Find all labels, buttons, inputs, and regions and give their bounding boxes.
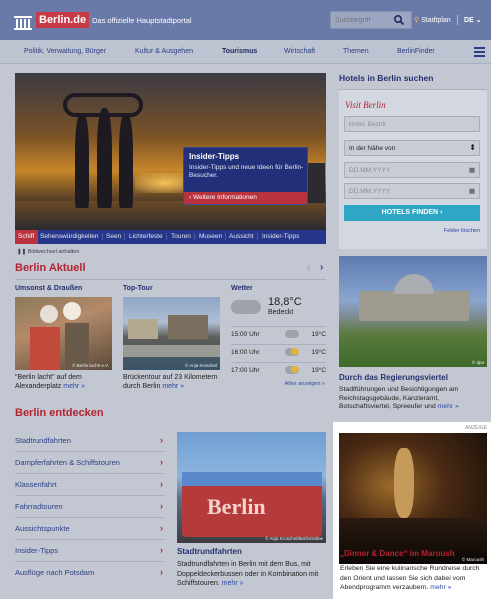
tab-sehenswuerdigkeiten[interactable]: Sehenswürdigkeiten	[40, 233, 103, 240]
nav-politik[interactable]: Politik, Verwaltung, Bürger	[24, 48, 106, 55]
advertisement[interactable]: ANZEIGE © Maroush „Dinner & Dance“ im Ma…	[333, 422, 491, 599]
nav-berlinfinder[interactable]: BerlinFinder	[397, 48, 435, 55]
sun-cloud-icon	[285, 366, 299, 374]
cloud-icon	[285, 330, 299, 338]
tab-touren[interactable]: Touren	[171, 233, 195, 240]
map-pin-icon: ⚲	[414, 17, 420, 24]
select-arrow-icon: ⬍	[469, 143, 476, 152]
carousel-prev-icon[interactable]: ‹	[307, 262, 310, 273]
near-select[interactable]: In der Nähe von ⬍	[344, 140, 480, 156]
link-fahrradtouren[interactable]: Fahrradtouren ›	[15, 496, 165, 518]
checkout-date-field[interactable]: DD.MM.YYYY ▦	[344, 183, 480, 199]
tab-seen[interactable]: Seen	[106, 233, 126, 240]
link-insider-tipps[interactable]: Insider-Tipps ›	[15, 540, 165, 562]
feature-text: Stadtrundfahrten in Berlin mit dem Bus, …	[177, 561, 319, 587]
link-potsdam[interactable]: Ausflüge nach Potsdam ›	[15, 562, 165, 584]
cloud-icon	[231, 300, 261, 314]
nav-kultur[interactable]: Kultur & Ausgehen	[135, 48, 193, 55]
link-stadtrundfahrten[interactable]: Stadtrundfahrten ›	[15, 430, 165, 452]
hero-tabs: Schiff Sehenswürdigkeiten Seen Lichterfe…	[15, 230, 326, 244]
tab-insider-tipps[interactable]: Insider-Tipps	[262, 233, 302, 240]
insider-tipps-overlay[interactable]: Insider-Tipps Insider-Tipps und neue Ide…	[183, 147, 308, 205]
umsonst-title: Umsonst & Draußen	[15, 285, 83, 292]
tab-aussicht[interactable]: Aussicht	[229, 233, 258, 240]
reichstag-image[interactable]: © dpa	[339, 256, 487, 367]
overlay-more-link[interactable]: › Weitere Informationen	[184, 192, 307, 204]
hotel-heading: Hotels in Berlin suchen	[339, 73, 434, 83]
stadtplan-link[interactable]: ⚲ Stadtplan	[414, 16, 451, 24]
carousel-next-icon[interactable]: ›	[320, 262, 323, 273]
dancer-image[interactable]: © Maroush	[339, 433, 487, 564]
hotels-finden-button[interactable]: HOTELS FINDEN ›	[344, 205, 480, 221]
calendar-icon: ▦	[468, 188, 475, 195]
regierung-text: Stadtführungen und Besichtigungen am Rei…	[339, 386, 459, 410]
weather-row: 16:00 Uhr 19°C	[231, 344, 326, 360]
header-bar: Berlin.de Das offizielle Hauptstadtporta…	[0, 0, 491, 40]
tab-schiff[interactable]: Schiff	[15, 230, 39, 244]
overlay-title: Insider-Tipps	[189, 152, 240, 161]
weather-temp: 18,8°C	[268, 296, 302, 308]
visit-berlin-logo: Visit Berlin	[345, 100, 386, 110]
bus-text: Berlin	[207, 494, 266, 519]
weather-condition: Bedeckt	[268, 309, 294, 316]
ad-text: Erleben Sie eine kulinarische Rundreise …	[340, 565, 480, 591]
tagline: Das offizielle Hauptstadtportal	[92, 16, 192, 25]
pause-slideshow-link[interactable]: ❚❚ Bildwechsel anhalten	[17, 249, 79, 255]
overlay-text: Insider-Tipps und neue Ideen für Berlin-…	[189, 164, 304, 179]
berlin-logo[interactable]: Berlin.de	[14, 10, 90, 30]
checkin-date-field[interactable]: DD.MM.YYYY ▦	[344, 162, 480, 178]
tab-lichterfeste[interactable]: Lichterfeste	[129, 233, 167, 240]
feature-title[interactable]: Stadtrundfahrten	[177, 547, 242, 556]
pause-icon: ❚❚	[17, 249, 27, 255]
search-icon[interactable]	[393, 14, 405, 26]
brueckentour-image[interactable]: © Anja Kroschel	[123, 297, 220, 370]
link-dampferfahrten[interactable]: Dampferfahrten & Schiffstouren ›	[15, 452, 165, 474]
link-aussichtspunkte[interactable]: Aussichtspunkte ›	[15, 518, 165, 540]
sun-cloud-icon	[285, 348, 299, 356]
umsonst-text: "Berlin lacht" auf dem Alexanderplatz me…	[15, 374, 86, 390]
nav-themen[interactable]: Themen	[343, 48, 369, 55]
toptour-text: Brückentour auf 23 Kilometern durch Berl…	[123, 374, 218, 390]
entdecken-heading: Berlin entdecken	[15, 407, 104, 419]
nav-wirtschaft[interactable]: Wirtschaft	[284, 48, 315, 55]
menu-icon[interactable]	[474, 47, 485, 57]
nav-tourismus[interactable]: Tourismus	[222, 48, 257, 55]
toptour-title: Top-Tour	[123, 285, 153, 292]
link-klassenfahrt[interactable]: Klassenfahrt ›	[15, 474, 165, 496]
weather-more-link[interactable]: Alles anzeigen »	[285, 381, 325, 387]
stadtrundfahrt-image[interactable]: Berlin © Anja Kroschel/BerlinOnline	[177, 432, 326, 543]
chevron-down-icon: ⌄	[475, 17, 482, 24]
brandenburg-gate-icon	[14, 16, 32, 30]
clear-fields-link[interactable]: Felder löschen	[444, 228, 480, 234]
weather-row: 17:00 Uhr 19°C	[231, 362, 326, 378]
hotel-panel: Visit Berlin Hotel, Bezirk In der Nähe v…	[339, 89, 487, 249]
language-select[interactable]: DE ⌄	[464, 16, 482, 24]
ad-title[interactable]: „Dinner & Dance“ im Maroush	[340, 549, 455, 558]
weather-title: Wetter	[231, 285, 253, 292]
logo-text: Berlin.de	[36, 12, 90, 28]
tab-museen[interactable]: Museen	[199, 233, 227, 240]
calendar-icon: ▦	[468, 167, 475, 174]
regierung-title[interactable]: Durch das Regierungsviertel	[339, 373, 448, 382]
weather-row: 15:00 Uhr 19°C	[231, 326, 326, 342]
aktuell-heading: Berlin Aktuell	[15, 262, 86, 274]
main-navigation: Politik, Verwaltung, Bürger Kultur & Aus…	[0, 40, 491, 64]
berlin-lacht-image[interactable]: © Berlin lacht! e.V.	[15, 297, 112, 370]
hotel-search: Hotels in Berlin suchen Visit Berlin Hot…	[339, 73, 487, 251]
hotel-location-field[interactable]: Hotel, Bezirk	[344, 116, 480, 132]
